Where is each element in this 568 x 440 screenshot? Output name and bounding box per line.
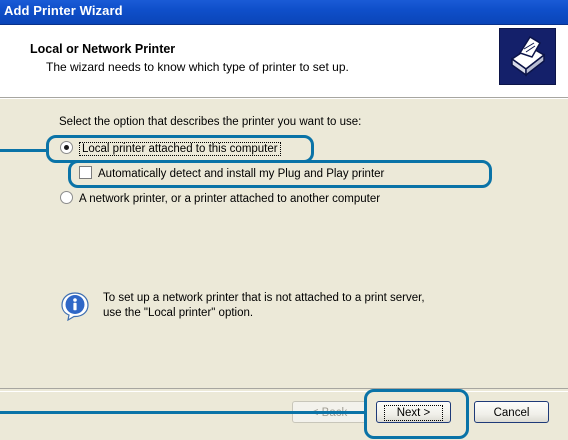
next-button-leader bbox=[0, 411, 366, 414]
local-printer-highlight bbox=[46, 135, 314, 163]
intro-text: Select the option that describes the pri… bbox=[59, 116, 362, 128]
title-bar: Add Printer Wizard bbox=[0, 0, 568, 25]
network-printer-label[interactable]: A network printer, or a printer attached… bbox=[79, 193, 380, 205]
next-button-highlight bbox=[364, 389, 469, 439]
page-subtitle: The wizard needs to know which type of p… bbox=[46, 60, 349, 74]
wizard-header: Local or Network Printer The wizard need… bbox=[0, 25, 568, 97]
footer-divider bbox=[0, 388, 568, 392]
wizard-body: Select the option that describes the pri… bbox=[0, 99, 568, 440]
network-printer-radio[interactable] bbox=[60, 191, 73, 204]
window-title: Add Printer Wizard bbox=[4, 3, 123, 18]
info-line-2: use the "Local printer" option. bbox=[103, 307, 254, 319]
info-line-1: To set up a network printer that is not … bbox=[103, 292, 425, 304]
local-printer-leader bbox=[0, 149, 48, 152]
network-printer-option[interactable]: A network printer, or a printer attached… bbox=[60, 191, 380, 205]
cancel-button[interactable]: Cancel bbox=[474, 401, 549, 423]
auto-detect-highlight bbox=[68, 160, 492, 188]
info-text: To set up a network printer that is not … bbox=[103, 291, 425, 321]
page-title: Local or Network Printer bbox=[30, 42, 176, 56]
info-icon bbox=[60, 291, 90, 322]
printer-icon bbox=[499, 28, 556, 85]
